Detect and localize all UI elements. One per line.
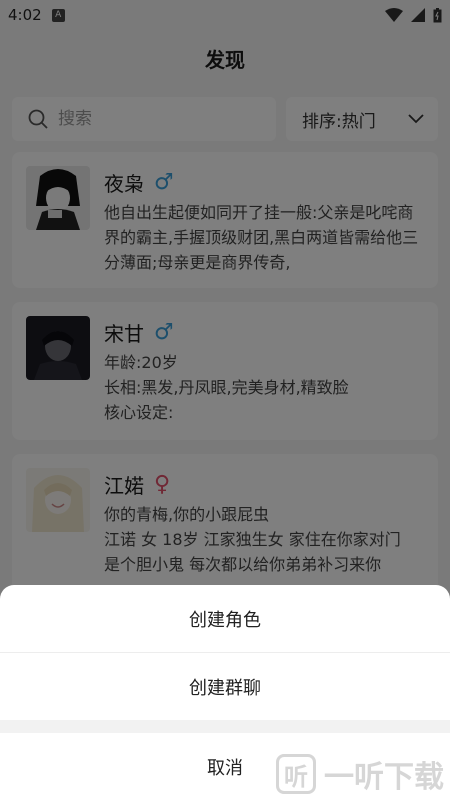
divider [0,720,450,733]
watermark-logo: 听 [276,754,316,794]
create-role-button[interactable]: 创建角色 [0,585,450,652]
watermark-text: 一听下载 [324,760,444,795]
create-group-button[interactable]: 创建群聊 [0,653,450,720]
watermark: 听 一听下载 [276,752,444,796]
